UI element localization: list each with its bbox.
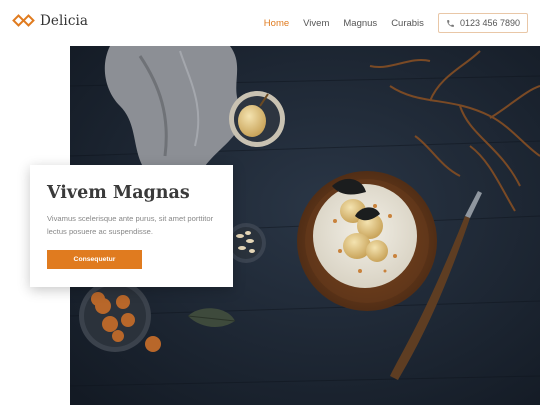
nav-item-vivem[interactable]: Vivem [303, 18, 329, 29]
hero-title: Vivem Magnas [47, 183, 190, 203]
diamond-logo-icon [12, 14, 35, 28]
brand-logo[interactable]: Delicia [12, 13, 89, 29]
nav-item-curabis[interactable]: Curabis [391, 18, 424, 29]
phone-button[interactable]: 0123 456 7890 [437, 13, 528, 33]
phone-number: 0123 456 7890 [459, 18, 520, 28]
consequetur-button[interactable]: Consequetur [47, 250, 142, 269]
hero-description: Vivamus scelerisque ante purus, sit amet… [47, 214, 214, 236]
brand-name: Delicia [40, 13, 89, 29]
site-header: Delicia Home Vivem Magnus Curabis 0123 4… [0, 0, 540, 46]
main-nav: Home Vivem Magnus Curabis 0123 456 7890 [264, 13, 528, 33]
hero-card: Vivem Magnas Vivamus scelerisque ante pu… [30, 165, 233, 287]
nav-item-magnus[interactable]: Magnus [343, 18, 377, 29]
nav-item-home[interactable]: Home [264, 18, 289, 29]
phone-icon [447, 19, 454, 27]
